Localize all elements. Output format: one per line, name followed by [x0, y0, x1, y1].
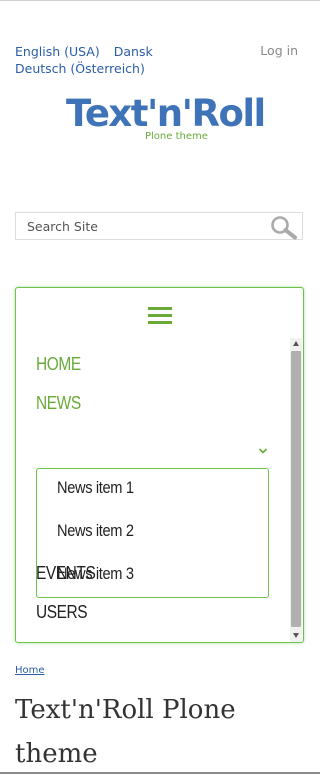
nav-list: HOME NEWS News item 1 News item 2 News i…: [16, 338, 290, 638]
submenu-item-news-2[interactable]: News item 2: [57, 521, 134, 541]
search-input[interactable]: [16, 213, 277, 239]
search-icon: [271, 216, 297, 240]
language-selector: English (USA) Dansk Deutsch (Österreich): [15, 43, 153, 77]
logo-wordmark: Text'n'Roll: [66, 92, 266, 135]
scroll-up-icon[interactable]: [293, 341, 299, 346]
hamburger-menu-icon[interactable]: [148, 307, 172, 325]
submenu-item-news-1[interactable]: News item 1: [57, 478, 134, 498]
site-logo[interactable]: Text'n'Roll Plone theme: [66, 93, 266, 145]
breadcrumb-home-link[interactable]: Home: [15, 665, 45, 676]
nav-item-events[interactable]: EVENTS: [36, 562, 96, 584]
language-danish-link[interactable]: Dansk: [114, 44, 153, 59]
language-english-link[interactable]: English (USA): [15, 44, 100, 59]
login-link[interactable]: Log in: [260, 43, 298, 58]
nav-scrollbar[interactable]: [290, 338, 302, 642]
scrollbar-thumb[interactable]: [291, 351, 301, 627]
main-navigation: HOME NEWS News item 1 News item 2 News i…: [15, 287, 304, 643]
chevron-down-icon[interactable]: [258, 446, 268, 456]
nav-item-users[interactable]: USERS: [36, 601, 88, 623]
scroll-down-icon[interactable]: [293, 633, 299, 638]
search-box: [15, 212, 303, 240]
nav-item-home[interactable]: HOME: [36, 353, 81, 375]
logo-tagline: Plone theme: [145, 131, 208, 142]
top-border: [0, 0, 320, 1]
page-title: Text'n'Roll Plone theme: [15, 695, 236, 769]
nav-item-news[interactable]: NEWS: [36, 392, 81, 414]
language-german-austria-link[interactable]: Deutsch (Österreich): [15, 61, 145, 76]
search-button[interactable]: [268, 214, 300, 240]
